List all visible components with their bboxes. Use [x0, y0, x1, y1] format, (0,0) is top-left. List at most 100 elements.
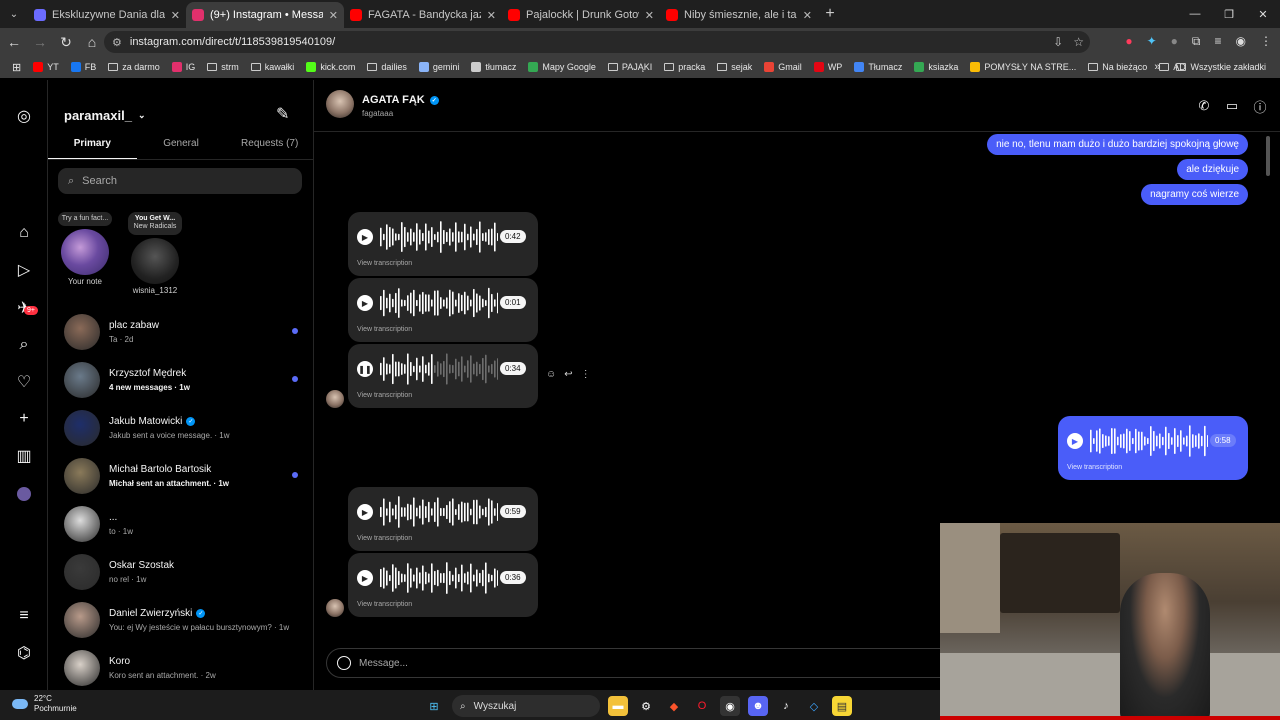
pause-icon[interactable]: ❚❚ — [357, 361, 373, 377]
incoming-voice-message[interactable]: ❚❚ 0:34 View transcription — [348, 344, 538, 408]
tab-search-icon[interactable]: ⌄ — [0, 0, 28, 28]
forward-icon[interactable]: → — [28, 30, 52, 54]
conversation-item[interactable]: ... to · 1w — [48, 500, 314, 548]
close-window-icon[interactable]: ✕ — [1246, 0, 1280, 28]
waveform[interactable] — [378, 220, 498, 254]
bookmark-item[interactable]: pracka — [658, 62, 711, 72]
incoming-voice-message[interactable]: ▶ 0:42 View transcription — [348, 212, 538, 276]
conversation-item[interactable]: Oskar Szostak no rel · 1w — [48, 548, 314, 596]
browser-tab[interactable]: Niby śmiesznie, ale i tak wkurza ✕ — [660, 2, 818, 28]
bookmark-item[interactable]: Tłumacz — [848, 62, 908, 72]
conversation-item[interactable]: plac zabaw Ta · 2d — [48, 308, 314, 356]
phone-call-icon[interactable]: ✆ — [1196, 98, 1212, 114]
threads-icon[interactable]: ⌬ — [14, 643, 34, 663]
bookmark-item[interactable]: FB — [65, 62, 103, 72]
bookmark-item[interactable]: WP — [808, 62, 849, 72]
your-note[interactable]: Try a fun fact... Your note — [58, 212, 112, 286]
new-tab-button[interactable]: + — [818, 5, 842, 23]
minimize-icon[interactable]: — — [1178, 0, 1212, 28]
site-info-icon[interactable]: ⚙ — [112, 36, 122, 49]
friend-note[interactable]: You Get W... New Radicals wisnia_1312 — [128, 212, 182, 295]
view-transcription-link[interactable]: View transcription — [357, 601, 412, 608]
bookmark-item[interactable]: Na bieżąco — [1082, 62, 1153, 72]
bookmark-star-icon[interactable]: ☆ — [1073, 35, 1084, 49]
maximize-icon[interactable]: ❐ — [1212, 0, 1246, 28]
outgoing-message[interactable]: ale dziękuje — [1177, 159, 1248, 180]
conversation-item[interactable]: Krzysztof Mędrek 4 new messages · 1w — [48, 356, 314, 404]
scrollbar[interactable] — [1266, 136, 1270, 176]
incoming-voice-message[interactable]: ▶ 0:59 View transcription — [348, 487, 538, 551]
app-icon[interactable]: ⚙ — [636, 696, 656, 716]
tab-general[interactable]: General — [137, 132, 226, 159]
home-nav-icon[interactable]: ⌂ — [14, 223, 34, 243]
windows-start-icon[interactable]: ⊞ — [424, 696, 444, 716]
all-bookmarks-folder[interactable]: Wszystkie zakładki — [1170, 62, 1272, 72]
capcut-icon[interactable]: ♪ — [776, 696, 796, 716]
url-input[interactable]: ⚙ instagram.com/direct/t/118539819540109… — [104, 31, 1090, 53]
bookmark-item[interactable]: Mapy Google — [522, 62, 602, 72]
play-icon[interactable]: ▶ — [357, 295, 373, 311]
bookmark-item[interactable]: YT — [27, 62, 65, 72]
notifications-heart-icon[interactable]: ♡ — [14, 372, 34, 392]
incoming-voice-message[interactable]: ▶ 0:01 View transcription — [348, 278, 538, 342]
discord-icon[interactable]: ☻ — [748, 696, 768, 716]
taskbar-search[interactable]: ⌕ Wyszukaj — [452, 695, 600, 717]
more-bookmarks-icon[interactable]: » — [1154, 61, 1160, 73]
play-icon[interactable]: ▶ — [357, 504, 373, 520]
profile-icon[interactable]: ◉ — [1236, 34, 1246, 49]
sticky-notes-icon[interactable]: ▤ — [832, 696, 852, 716]
outgoing-message[interactable]: nagramy coś wierze — [1141, 184, 1248, 205]
view-transcription-link[interactable]: View transcription — [1067, 464, 1122, 471]
bookmark-item[interactable]: ksiazka — [908, 62, 964, 72]
bookmark-item[interactable]: gemini — [413, 62, 466, 72]
emoji-icon[interactable] — [337, 656, 351, 670]
video-call-icon[interactable]: ▭ — [1224, 98, 1240, 114]
reels-nav-icon[interactable]: ▷ — [14, 260, 34, 280]
close-tab-icon[interactable]: ✕ — [487, 9, 496, 22]
waveform[interactable] — [378, 286, 498, 320]
browser-tab[interactable]: Ekskluzywne Dania dla Konesera ✕ — [28, 2, 186, 28]
outgoing-voice-message[interactable]: ▶ 0:58 View transcription — [1058, 416, 1248, 480]
create-plus-icon[interactable]: + — [14, 409, 34, 429]
react-emoji-icon[interactable]: ☺ — [546, 369, 556, 380]
search-input[interactable]: ⌕ Search — [58, 168, 302, 194]
browser-tab[interactable]: (9+) Instagram • Messages ✕ — [186, 2, 344, 28]
bookmark-item[interactable]: za darmo — [102, 62, 166, 72]
bookmark-item[interactable]: sejak — [711, 62, 758, 72]
instagram-logo-icon[interactable]: ◎ — [14, 106, 34, 126]
extension-grey-icon[interactable]: ● — [1171, 34, 1178, 49]
chrome-menu-icon[interactable]: ⋮ — [1260, 34, 1272, 49]
outgoing-message[interactable]: nie no, tlenu mam dużo i dużo bardziej s… — [987, 134, 1248, 155]
account-switcher[interactable]: paramaxil_ ⌄ — [64, 108, 145, 123]
bookmark-item[interactable]: strm — [201, 62, 245, 72]
install-app-icon[interactable]: ⇩ — [1053, 35, 1063, 49]
back-icon[interactable]: ← — [2, 30, 26, 54]
brave-icon[interactable]: ◆ — [664, 696, 684, 716]
opera-icon[interactable]: O — [692, 696, 712, 716]
record-extension-icon[interactable]: ● — [1125, 34, 1132, 49]
browser-tab[interactable]: Pajalockk | Drunk Gotowanie z Agatą ✕ — [502, 2, 660, 28]
waveform[interactable] — [378, 561, 498, 595]
info-icon[interactable]: ⓘ — [1252, 98, 1268, 115]
chat-contact-name[interactable]: AGATA FĄK ✓ — [362, 94, 439, 106]
conversation-item[interactable]: Koro Koro sent an attachment. · 2w — [48, 644, 314, 692]
conversation-item[interactable]: Michał Bartolo Bartosik Michał sent an a… — [48, 452, 314, 500]
media-controls-icon[interactable]: ≡ — [1215, 34, 1222, 49]
close-tab-icon[interactable]: ✕ — [329, 9, 338, 22]
view-transcription-link[interactable]: View transcription — [357, 260, 412, 267]
reply-icon[interactable]: ↩ — [564, 369, 572, 380]
bookmark-item[interactable]: kawałki — [245, 62, 301, 72]
bookmark-item[interactable]: tłumacz — [465, 62, 522, 72]
bookmark-item[interactable]: PAJĄKI — [602, 62, 658, 72]
chrome-icon[interactable]: ◉ — [720, 696, 740, 716]
bookmark-item[interactable]: POMYSŁY NA STRE... — [964, 62, 1082, 72]
dashboard-icon[interactable]: ▥ — [14, 446, 34, 466]
bookmark-item[interactable]: IG — [166, 62, 202, 72]
view-transcription-link[interactable]: View transcription — [357, 392, 412, 399]
weather-widget[interactable]: 22°C Pochmurnie — [12, 694, 77, 713]
bookmark-item[interactable]: Gmail — [758, 62, 808, 72]
avatar[interactable] — [326, 90, 354, 118]
incoming-voice-message[interactable]: ▶ 0:36 View transcription — [348, 553, 538, 617]
browser-tab[interactable]: FAGATA - Bandycka jazda - YouTube ✕ — [344, 2, 502, 28]
play-icon[interactable]: ▶ — [1067, 433, 1083, 449]
